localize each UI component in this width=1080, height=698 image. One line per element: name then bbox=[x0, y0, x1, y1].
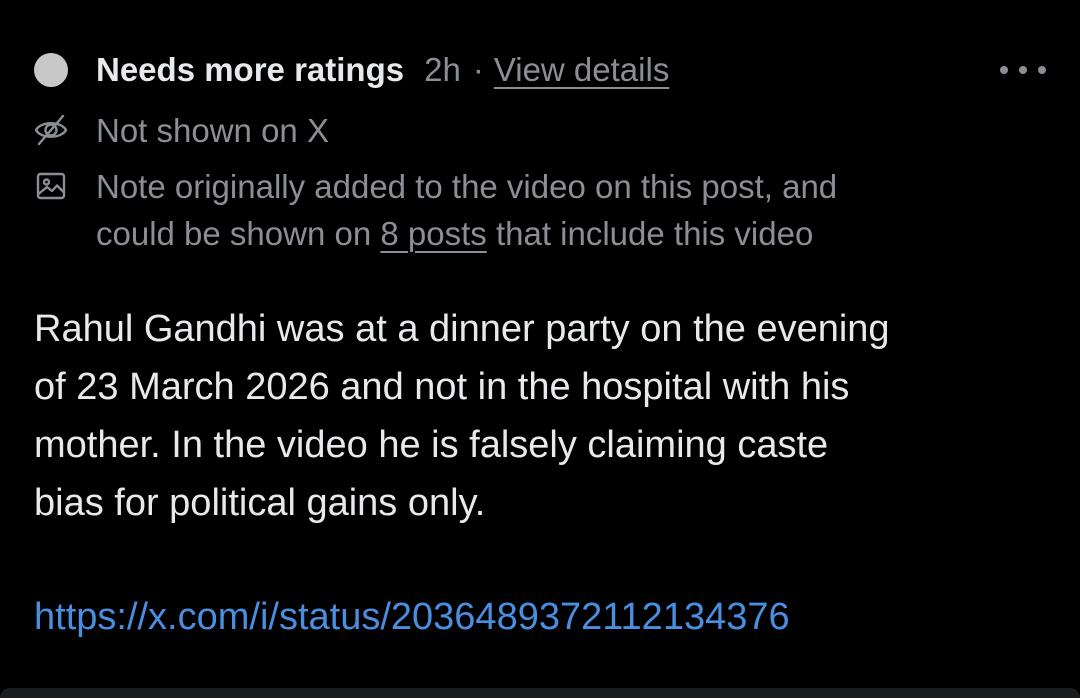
note-status-label: Needs more ratings bbox=[96, 51, 405, 88]
eye-slash-icon bbox=[34, 113, 68, 147]
note-body-text: Rahul Gandhi was at a dinner party on th… bbox=[34, 300, 1044, 532]
media-note-line: Note originally added to the video on th… bbox=[96, 168, 838, 205]
visibility-text: Not shown on X bbox=[96, 112, 329, 149]
more-options-icon bbox=[1038, 66, 1046, 74]
more-options-icon bbox=[1019, 66, 1027, 74]
note-status-row: Needs more ratings 2h · View details bbox=[34, 46, 669, 94]
note-timestamp: 2h bbox=[424, 51, 461, 88]
status-dot-icon bbox=[34, 53, 68, 87]
next-card-edge bbox=[0, 688, 1080, 698]
note-body-line: of 23 March 2026 and not in the hospital… bbox=[34, 366, 850, 408]
more-options-icon bbox=[1000, 66, 1008, 74]
separator-dot: · bbox=[472, 51, 484, 88]
image-icon bbox=[34, 169, 68, 203]
more-options-button[interactable] bbox=[1000, 56, 1046, 84]
media-note-row: Note originally added to the video on th… bbox=[34, 163, 1014, 257]
note-body-line: bias for political gains only. bbox=[34, 482, 486, 524]
note-body-line: Rahul Gandhi was at a dinner party on th… bbox=[34, 308, 890, 350]
media-note-text-before: could be shown on bbox=[96, 215, 381, 252]
view-details-link[interactable]: View details bbox=[494, 51, 670, 89]
matching-posts-link[interactable]: 8 posts bbox=[380, 215, 486, 252]
note-body-line: mother. In the video he is falsely claim… bbox=[34, 424, 829, 466]
media-note-line: could be shown on 8 posts that include t… bbox=[96, 210, 837, 257]
media-note-text-after: that include this video bbox=[486, 215, 814, 252]
media-note-text: Note originally added to the video on th… bbox=[96, 163, 837, 257]
visibility-row: Not shown on X bbox=[34, 107, 329, 154]
note-source-link[interactable]: https://x.com/i/status/20364893721121343… bbox=[34, 588, 790, 646]
community-note-card: Needs more ratings 2h · View details Not… bbox=[0, 0, 1080, 698]
